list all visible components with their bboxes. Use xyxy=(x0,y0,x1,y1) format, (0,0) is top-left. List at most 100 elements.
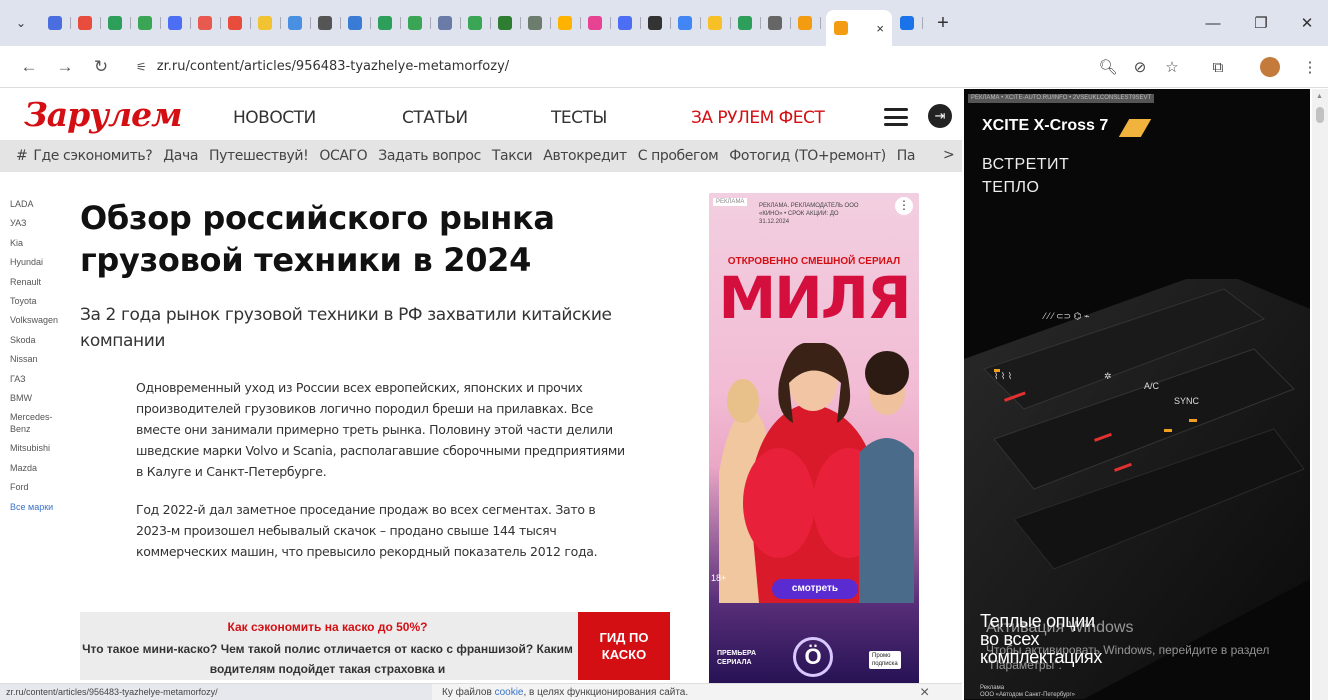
tab-favicon-icon[interactable] xyxy=(430,8,461,38)
profile-avatar[interactable] xyxy=(1256,46,1284,88)
tab-favicon-icon[interactable] xyxy=(700,8,731,38)
site-info-icon[interactable]: ⚟ xyxy=(136,60,147,74)
nav-fest[interactable]: ЗА РУЛЕМ ФЕСТ xyxy=(691,108,825,128)
nav-news[interactable]: НОВОСТИ xyxy=(233,108,316,128)
tab-favicon-icon[interactable] xyxy=(190,8,221,38)
nav-articles[interactable]: СТАТЬИ xyxy=(402,108,468,128)
brand-link[interactable]: LADA xyxy=(10,195,70,214)
tab-favicon-icon[interactable] xyxy=(610,8,641,38)
new-tab-button[interactable]: + xyxy=(930,10,956,36)
brand-link[interactable]: Toyota xyxy=(10,292,70,311)
brand-link[interactable]: Ford xyxy=(10,478,70,497)
tab-favicon-icon[interactable] xyxy=(670,8,701,38)
brand-link[interactable]: Hyundai xyxy=(10,253,70,272)
subnav-item[interactable]: Такси xyxy=(492,148,533,164)
subnav-item[interactable]: Автокредит xyxy=(543,148,627,164)
brand-link[interactable]: УАЗ xyxy=(10,214,70,233)
close-window-icon[interactable]: ✕ xyxy=(1284,0,1328,46)
watch-button[interactable]: смотреть xyxy=(772,579,858,599)
tab-favicon-icon[interactable] xyxy=(550,8,581,38)
brand-link[interactable]: Skoda xyxy=(10,331,70,350)
tab-favicon-icon[interactable] xyxy=(490,8,521,38)
menu-icon[interactable]: ⋮ xyxy=(1296,46,1324,88)
ad-banner-series[interactable]: РЕКЛАМА РЕКЛАМА. РЕКЛАМОДАТЕЛЬ ООО «КИНО… xyxy=(709,193,919,690)
subnav-item[interactable]: С пробегом xyxy=(638,148,719,164)
eye-off-icon[interactable]: ⊘ xyxy=(1126,46,1154,88)
hamburger-menu-icon[interactable] xyxy=(884,108,908,126)
tab-favicon-icon[interactable] xyxy=(160,8,191,38)
tab[interactable] xyxy=(892,8,923,38)
tab-favicon-icon[interactable] xyxy=(760,8,791,38)
subnav-item[interactable]: Путешествуй! xyxy=(209,148,309,164)
tab-close-icon[interactable]: × xyxy=(876,21,884,36)
subnav-item[interactable]: Где сэкономить? xyxy=(33,148,152,164)
cookie-suffix: , в целях функционирования сайта. xyxy=(523,687,689,698)
extensions-icon[interactable]: ⧉ xyxy=(1204,46,1232,88)
brand-link[interactable]: Mitsubishi xyxy=(10,439,70,458)
age-rating: 18+ xyxy=(711,573,727,583)
tab-favicon-icon[interactable] xyxy=(130,8,161,38)
cookie-banner: zr.ru/content/articles/956483-tyazhelye-… xyxy=(0,683,962,700)
address-bar[interactable]: zr.ru/content/articles/956483-tyazhelye-… xyxy=(157,59,509,74)
subnav-item[interactable]: Дача xyxy=(163,148,198,164)
cookie-close-icon[interactable]: × xyxy=(920,684,929,700)
tab-favicon-icon[interactable] xyxy=(100,8,131,38)
page-scrollbar[interactable]: ▲ xyxy=(1312,89,1328,700)
tab-search-button[interactable]: ⌄ xyxy=(8,10,34,36)
active-tab[interactable]: × xyxy=(826,10,892,46)
back-icon[interactable]: ← xyxy=(14,52,44,82)
tab-favicon-icon[interactable] xyxy=(730,8,761,38)
tab-favicon-icon[interactable] xyxy=(640,8,671,38)
tab-favicon-icon[interactable] xyxy=(220,8,251,38)
zoom-icon[interactable]: 🔍︎ xyxy=(1094,46,1122,88)
brand-link[interactable]: ГАЗ xyxy=(10,370,70,389)
login-icon[interactable]: ⇥ xyxy=(928,104,952,128)
tab-favicon-icon[interactable] xyxy=(580,8,611,38)
status-bar-url: zr.ru/content/articles/956483-tyazhelye-… xyxy=(0,684,432,700)
promo-title[interactable]: Как сэкономить на каско до 50%? xyxy=(80,620,575,634)
tab-favicon-icon[interactable] xyxy=(310,8,341,38)
promo-block[interactable]: Как сэкономить на каско до 50%? Что тако… xyxy=(80,612,670,680)
ad-banner-car[interactable]: РЕКЛАМА • XCITE-AUTO.RU/INFO • 2VSEUKLCO… xyxy=(964,89,1310,700)
restore-icon[interactable]: ❐ xyxy=(1238,0,1284,46)
tab-favicon-icon[interactable] xyxy=(370,8,401,38)
subnav-item[interactable]: Фотогид (ТО+ремонт) xyxy=(729,148,886,164)
casco-guide-button[interactable]: ГИД ПО КАСКО xyxy=(578,612,670,680)
nav-tests[interactable]: ТЕСТЫ xyxy=(551,108,607,128)
tab-favicon-icon[interactable] xyxy=(70,8,101,38)
tab-favicon-icon[interactable] xyxy=(280,8,311,38)
minimize-icon[interactable]: — xyxy=(1190,0,1236,46)
tab-favicon-icon[interactable] xyxy=(790,8,821,38)
bookmark-star-icon[interactable]: ☆ xyxy=(1158,46,1186,88)
premiere-text: ПРЕМЬЕРА СЕРИАЛА xyxy=(717,649,756,667)
subnav-item[interactable]: ОСАГО xyxy=(319,148,367,164)
brand-link[interactable]: BMW xyxy=(10,389,70,408)
brand-link[interactable]: Nissan xyxy=(10,350,70,369)
tab-favicon-icon[interactable] xyxy=(520,8,551,38)
tab-favicon-icon[interactable] xyxy=(340,8,371,38)
brand-link[interactable]: Mazda xyxy=(10,459,70,478)
brand-link[interactable]: Kia xyxy=(10,234,70,253)
premiere-line: ПРЕМЬЕРА xyxy=(717,650,757,657)
scroll-up-icon[interactable]: ▲ xyxy=(1316,93,1323,100)
all-brands-link[interactable]: Все марки xyxy=(10,498,70,517)
ad-more-icon[interactable]: ⋮ xyxy=(895,197,913,215)
subnav-next-icon[interactable]: > xyxy=(943,147,955,163)
badge-line: Промо xyxy=(872,653,891,659)
ad-legal: Реклама ООО «Автодом Санкт-Петербург» xyxy=(980,685,1075,699)
brand-link[interactable]: Mercedes-Benz xyxy=(10,411,64,435)
brand-link[interactable]: Volkswagen xyxy=(10,311,70,330)
forward-icon[interactable]: → xyxy=(50,52,80,82)
site-logo[interactable]: Зарулем xyxy=(24,95,183,134)
legal-line: Реклама xyxy=(980,685,1005,691)
reload-icon[interactable]: ↻ xyxy=(86,52,116,82)
cookie-link[interactable]: cookie xyxy=(495,687,524,698)
tab-favicon-icon[interactable] xyxy=(400,8,431,38)
subnav-item[interactable]: Па xyxy=(897,148,916,164)
subnav-item[interactable]: Задать вопрос xyxy=(378,148,481,164)
tab-favicon-icon[interactable] xyxy=(40,8,71,38)
tab-favicon-icon[interactable] xyxy=(460,8,491,38)
scroll-thumb[interactable] xyxy=(1316,107,1324,123)
tab-favicon-icon[interactable] xyxy=(250,8,281,38)
brand-link[interactable]: Renault xyxy=(10,273,70,292)
